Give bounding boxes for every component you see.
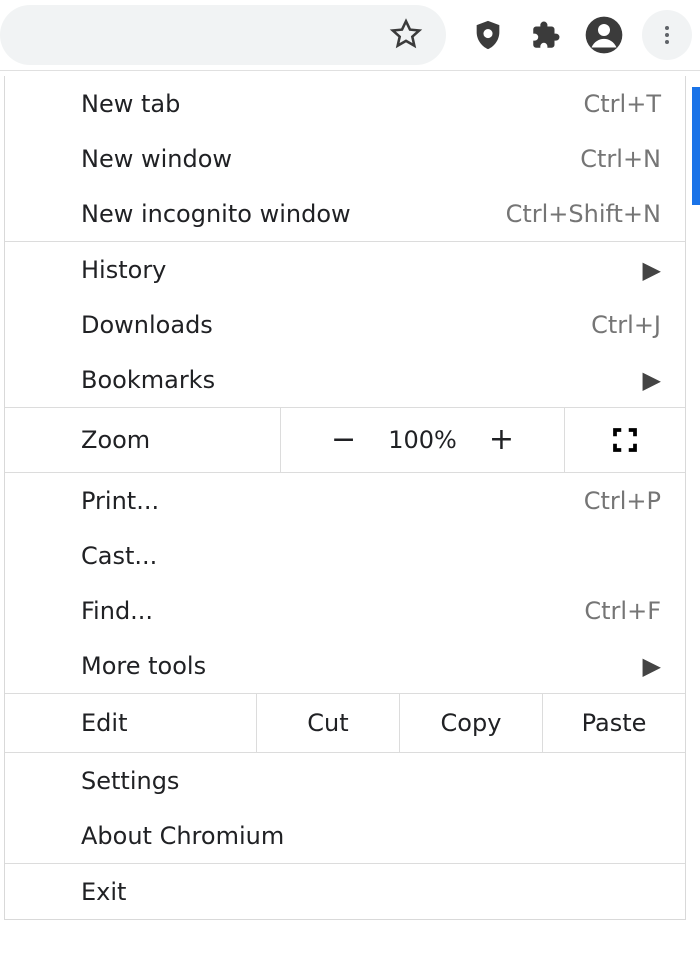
menu-downloads[interactable]: Downloads Ctrl+J [5, 297, 685, 352]
shortcut: Ctrl+N [580, 145, 661, 173]
menu-cast[interactable]: Cast... [5, 528, 685, 583]
menu-bookmarks[interactable]: Bookmarks ▶ [5, 352, 685, 407]
puzzle-icon[interactable] [526, 15, 566, 55]
menu-more-tools[interactable]: More tools ▶ [5, 638, 685, 693]
edit-cut-button[interactable]: Cut [257, 694, 400, 752]
menu-item-label: Settings [81, 767, 661, 795]
menu-item-label: Downloads [81, 311, 591, 339]
omnibox[interactable] [0, 5, 446, 65]
menu-edit: Edit Cut Copy Paste [5, 694, 685, 752]
menu-item-label: Cast... [81, 542, 661, 570]
shortcut: Ctrl+F [584, 597, 661, 625]
menu-item-label: New tab [81, 90, 584, 118]
menu-item-label: About Chromium [81, 822, 661, 850]
menu-item-label: Exit [81, 878, 661, 906]
chevron-right-icon: ▶ [643, 256, 661, 284]
highlight-strip [692, 87, 700, 205]
menu-about[interactable]: About Chromium [5, 808, 685, 863]
shortcut: Ctrl+Shift+N [506, 200, 661, 228]
edit-copy-label: Copy [441, 709, 502, 737]
shield-icon[interactable] [468, 15, 508, 55]
fullscreen-button[interactable] [565, 408, 685, 472]
vertical-dots-icon[interactable] [642, 10, 692, 60]
menu-find[interactable]: Find... Ctrl+F [5, 583, 685, 638]
browser-toolbar [0, 0, 700, 71]
shortcut: Ctrl+P [584, 487, 661, 515]
menu-new-window[interactable]: New window Ctrl+N [5, 131, 685, 186]
menu-item-label: Print... [81, 487, 584, 515]
edit-paste-button[interactable]: Paste [543, 694, 685, 752]
edit-cut-label: Cut [307, 709, 348, 737]
menu-new-tab[interactable]: New tab Ctrl+T [5, 76, 685, 131]
menu-item-label: Find... [81, 597, 584, 625]
menu-history[interactable]: History ▶ [5, 242, 685, 297]
menu-item-label: New window [81, 145, 580, 173]
zoom-in-button[interactable]: + [489, 425, 514, 455]
edit-paste-label: Paste [582, 709, 647, 737]
chevron-right-icon: ▶ [643, 652, 661, 680]
menu-item-label: New incognito window [81, 200, 506, 228]
zoom-out-button[interactable]: − [331, 425, 356, 455]
menu-settings[interactable]: Settings [5, 753, 685, 808]
edit-copy-button[interactable]: Copy [400, 694, 543, 752]
star-icon[interactable] [386, 15, 426, 55]
account-icon[interactable] [584, 15, 624, 55]
menu-exit[interactable]: Exit [5, 864, 685, 919]
menu-print[interactable]: Print... Ctrl+P [5, 473, 685, 528]
zoom-level: 100% [388, 426, 457, 454]
menu-zoom: Zoom − 100% + [5, 408, 685, 472]
shortcut: Ctrl+J [591, 311, 661, 339]
chrome-menu: New tab Ctrl+T New window Ctrl+N New inc… [4, 76, 686, 920]
menu-item-label: Bookmarks [81, 366, 643, 394]
zoom-label: Zoom [81, 426, 150, 454]
edit-label: Edit [81, 709, 127, 737]
menu-item-label: More tools [81, 652, 643, 680]
menu-item-label: History [81, 256, 643, 284]
shortcut: Ctrl+T [584, 90, 661, 118]
menu-new-incognito[interactable]: New incognito window Ctrl+Shift+N [5, 186, 685, 241]
chevron-right-icon: ▶ [643, 366, 661, 394]
